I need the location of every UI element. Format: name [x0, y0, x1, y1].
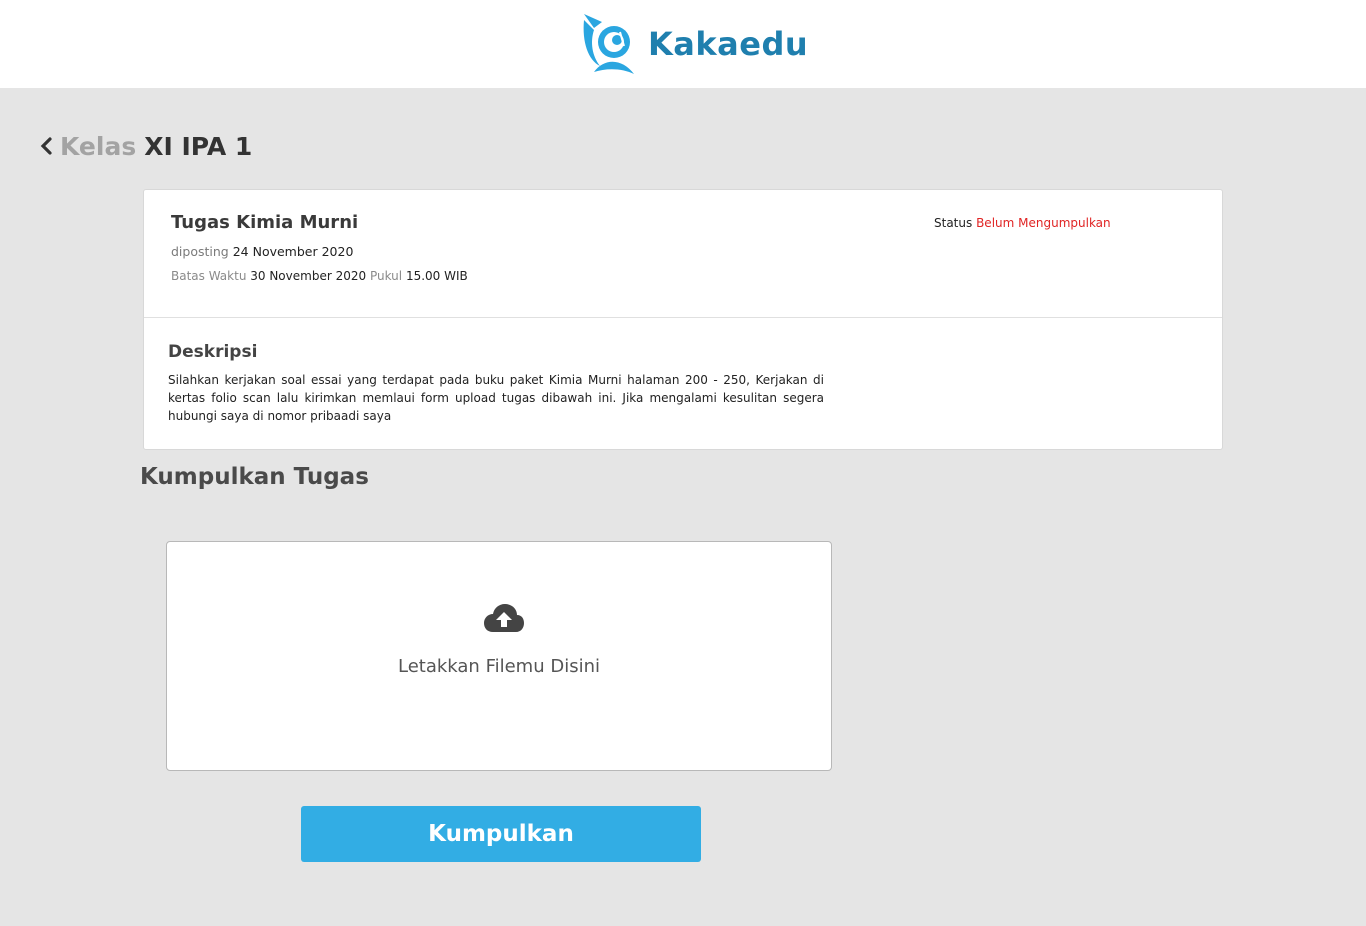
brand-name: Kakaedu	[648, 25, 809, 63]
task-card: Tugas Kimia Murni diposting 24 November …	[143, 189, 1223, 450]
card-divider	[144, 317, 1222, 318]
time-value: 15.00 WIB	[405, 269, 468, 283]
breadcrumb-current: XI IPA 1	[144, 131, 253, 161]
kakaedu-bird-logo-icon	[583, 14, 634, 74]
deadline-label: Batas Waktu	[171, 269, 247, 283]
cloud-upload-icon	[484, 604, 524, 632]
deadline-date-value: 30 November 2020	[250, 269, 367, 283]
posted-label: diposting	[171, 244, 229, 259]
submission-section-title: Kumpulkan Tugas	[140, 464, 369, 490]
brand-logo[interactable]: Kakaedu	[580, 12, 808, 76]
task-posted-date: diposting 24 November 2020	[171, 244, 353, 259]
chevron-left-icon[interactable]	[38, 136, 56, 156]
breadcrumb-parent-link[interactable]: Kelas	[60, 132, 136, 161]
description-title: Deskripsi	[168, 342, 258, 362]
submit-button[interactable]: Kumpulkan	[301, 806, 701, 862]
task-title: Tugas Kimia Murni	[171, 212, 359, 233]
status-value: Belum Mengumpulkan	[976, 216, 1111, 230]
file-dropzone[interactable]: Letakkan Filemu Disini	[166, 541, 832, 771]
task-deadline: Batas Waktu 30 November 2020 Pukul 15.00…	[171, 269, 468, 283]
status-badge: Status Belum Mengumpulkan	[934, 216, 1111, 230]
dropzone-text: Letakkan Filemu Disini	[398, 656, 600, 677]
top-navbar: Kakaedu	[0, 0, 1366, 88]
description-body: Silahkan kerjakan soal essai yang terdap…	[168, 373, 824, 423]
posted-date-value: 24 November 2020	[232, 244, 354, 259]
status-label: Status	[934, 216, 973, 230]
time-label: Pukul	[369, 269, 403, 283]
breadcrumb: Kelas XI IPA 1	[38, 128, 252, 164]
